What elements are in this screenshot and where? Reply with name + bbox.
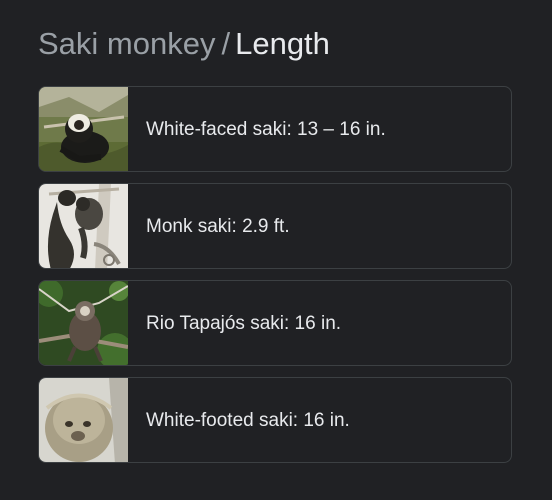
rio-tapajos-saki-image (39, 281, 128, 365)
page-title: Saki monkey / Length (38, 24, 330, 64)
list-item[interactable]: Rio Tapajós saki: 16 in. (38, 280, 512, 366)
breadcrumb-parent[interactable]: Saki monkey (38, 26, 215, 61)
white-footed-saki-image (39, 378, 128, 462)
list-item[interactable]: White-faced saki: 13 – 16 in. (38, 86, 512, 172)
breadcrumb-separator: / (221, 26, 231, 61)
list-item[interactable]: White-footed saki: 16 in. (38, 377, 512, 463)
item-label: White-faced saki: 13 – 16 in. (146, 119, 386, 140)
item-label: White-footed saki: 16 in. (146, 410, 350, 431)
monk-saki-image (39, 184, 128, 268)
item-label: Monk saki: 2.9 ft. (146, 216, 290, 237)
item-label: Rio Tapajós saki: 16 in. (146, 313, 342, 334)
breadcrumb-current: Length (235, 26, 330, 61)
results-panel: Saki monkey / Length White-faced saki: 13 … (0, 0, 552, 500)
white-faced-saki-image (39, 87, 128, 171)
list-item[interactable]: Monk saki: 2.9 ft. (38, 183, 512, 269)
